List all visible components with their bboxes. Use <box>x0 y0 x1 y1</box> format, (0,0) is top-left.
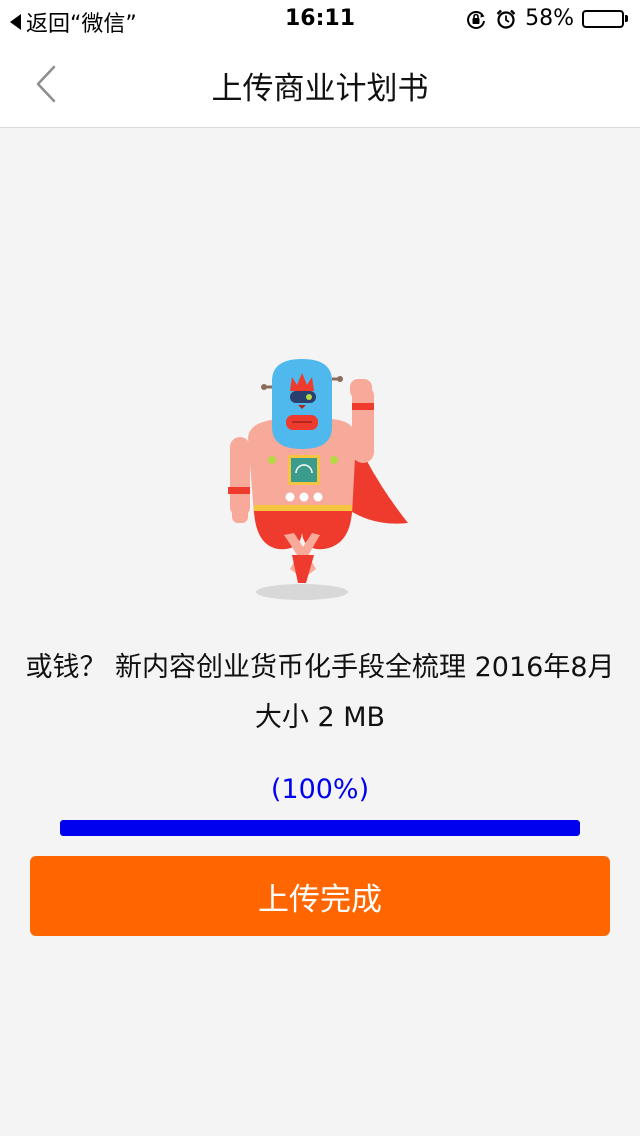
battery-icon <box>582 9 628 28</box>
nav-bar: 上传商业计划书 <box>0 40 640 128</box>
alarm-icon <box>495 8 517 30</box>
file-size: 大小 2 MB <box>254 702 386 733</box>
file-name: 或钱？ 新内容创业货币化手段全梳理 2016年8月 <box>25 652 615 683</box>
status-bar: 返回“微信” 16:11 58% <box>0 0 640 40</box>
orientation-lock-icon <box>465 8 487 30</box>
page-title: 上传商业计划书 <box>211 71 429 107</box>
battery-percent: 58% <box>525 6 574 31</box>
status-indicators: 58% <box>465 6 628 31</box>
upload-complete-button[interactable]: 上传完成 <box>30 856 610 936</box>
progress-bar-fill <box>60 820 580 836</box>
superhero-mascot-illustration <box>220 355 420 605</box>
progress-bar <box>60 820 580 836</box>
progress-percent: (100%) <box>270 774 370 805</box>
